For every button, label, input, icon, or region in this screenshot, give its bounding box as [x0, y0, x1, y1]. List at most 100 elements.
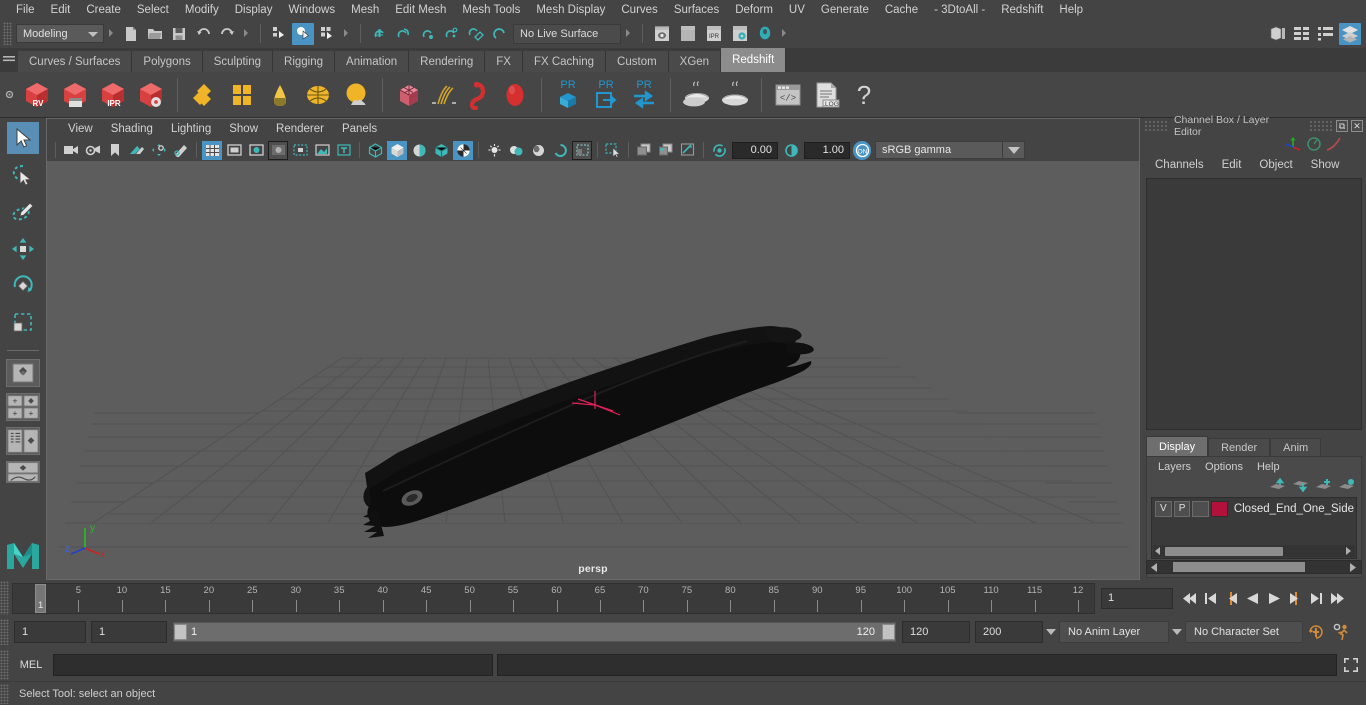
safe-action-icon[interactable]: [312, 141, 332, 160]
film-gate-icon[interactable]: [224, 141, 244, 160]
redshift-volume-icon[interactable]: [458, 75, 496, 115]
toggle-tool-settings-icon[interactable]: [1315, 23, 1337, 45]
channel-curve-icon[interactable]: [1324, 136, 1344, 152]
step-back-frame-button[interactable]: [1221, 587, 1242, 609]
redshift-render-settings-icon[interactable]: [132, 75, 170, 115]
current-frame-field[interactable]: 1: [1101, 587, 1173, 609]
layout-outliner-persp-icon[interactable]: [6, 427, 40, 455]
shelf-tab-fx[interactable]: FX: [485, 51, 523, 72]
shelf-options-icon[interactable]: [0, 72, 18, 118]
shelf-tab-rigging[interactable]: Rigging: [273, 51, 336, 72]
move-layer-up-icon[interactable]: [1269, 477, 1286, 493]
menu-item-help[interactable]: Help: [1051, 0, 1091, 20]
snap-to-point-icon[interactable]: [416, 23, 438, 45]
menu-item-3dtoall[interactable]: - 3DtoAll -: [926, 0, 993, 20]
channel-box-content[interactable]: [1146, 178, 1362, 430]
menu-item-cache[interactable]: Cache: [877, 0, 926, 20]
channel-box-menu-show[interactable]: Show: [1302, 159, 1349, 171]
menu-item-file[interactable]: File: [8, 0, 43, 20]
shelf-tab-animation[interactable]: Animation: [335, 51, 410, 72]
auto-keyframe-toggle-icon[interactable]: [1303, 621, 1329, 643]
statusline-grip[interactable]: [3, 22, 12, 45]
shelf-tab-custom[interactable]: Custom: [606, 51, 669, 72]
xray-joints-icon[interactable]: [656, 141, 676, 160]
menu-item-curves[interactable]: Curves: [613, 0, 665, 20]
texture-display-icon[interactable]: [453, 140, 473, 160]
shelf-menu-icon[interactable]: [0, 48, 18, 72]
time-slider[interactable]: 1 5 10 15 20 25 30 35 40 45 50 55 60 65 70 75 80 85 90 95 1…: [12, 582, 1095, 614]
layer-list-item[interactable]: V P Closed_End_One_Side: [1152, 498, 1356, 517]
shelf-tab-rendering[interactable]: Rendering: [409, 51, 486, 72]
shelf-tab-curves-surfaces[interactable]: Curves / Surfaces: [18, 51, 133, 72]
multisample-aa-icon[interactable]: [572, 140, 592, 160]
gamma-icon[interactable]: [781, 141, 801, 160]
channel-speed-icon[interactable]: [1304, 136, 1324, 152]
redshift-script-editor-icon[interactable]: </>: [769, 75, 807, 115]
redshift-ipr-icon[interactable]: IPR: [94, 75, 132, 115]
save-scene-icon[interactable]: [168, 23, 190, 45]
layer-menu-options[interactable]: Options: [1198, 461, 1250, 473]
redshift-log-icon[interactable]: .LOG: [807, 75, 845, 115]
time-cursor[interactable]: 1: [35, 583, 46, 613]
menu-item-create[interactable]: Create: [78, 0, 129, 20]
menu-item-display[interactable]: Display: [227, 0, 281, 20]
redshift-material-icon[interactable]: [185, 75, 223, 115]
shelf-tab-fx-caching[interactable]: FX Caching: [522, 51, 607, 72]
smooth-shade-all-icon[interactable]: [387, 140, 407, 160]
redshift-proxy-convert-icon[interactable]: PR: [625, 75, 663, 115]
select-by-component-type-icon[interactable]: [316, 23, 338, 45]
bookmark-icon[interactable]: [105, 141, 125, 160]
help-line-grip[interactable]: [0, 683, 9, 704]
camera-attributes-icon[interactable]: [83, 141, 103, 160]
layer-list-horizontal-scrollbar[interactable]: [1153, 545, 1355, 557]
redshift-help-icon[interactable]: ?: [845, 75, 883, 115]
panel-grip[interactable]: [1144, 120, 1168, 132]
snap-to-grid-icon[interactable]: [368, 23, 390, 45]
oned-snapshot-icon[interactable]: [171, 141, 191, 160]
show-manipulators-icon[interactable]: [1284, 136, 1304, 152]
lasso-select-tool-icon[interactable]: [7, 159, 39, 191]
layer-color-swatch[interactable]: [1211, 500, 1228, 517]
viewport-3d-canvas[interactable]: y x z persp: [47, 161, 1139, 579]
redshift-proxy-icon[interactable]: [390, 75, 428, 115]
statusline-collapse-3[interactable]: [342, 24, 351, 43]
playback-start-time-field[interactable]: 1: [91, 621, 167, 643]
gamma-value[interactable]: 1.00: [804, 141, 850, 159]
new-scene-icon[interactable]: [120, 23, 142, 45]
layer-name-label[interactable]: Closed_End_One_Side: [1234, 503, 1354, 515]
layout-single-pane-icon[interactable]: [6, 359, 40, 387]
redshift-hair-icon[interactable]: [428, 75, 458, 115]
play-backwards-button[interactable]: [1242, 587, 1263, 609]
step-back-keyframe-button[interactable]: [1200, 587, 1221, 609]
isolate-select-icon[interactable]: [603, 141, 623, 160]
layer-tab-anim[interactable]: Anim: [1270, 438, 1322, 456]
channel-box-menu-channels[interactable]: Channels: [1146, 159, 1213, 171]
resolution-gate-icon[interactable]: [246, 141, 266, 160]
toggle-attribute-editor-icon[interactable]: [1291, 23, 1313, 45]
layer-display-type-toggle[interactable]: [1192, 500, 1210, 517]
viewport-menu-lighting[interactable]: Lighting: [162, 119, 220, 139]
create-layer-from-selected-icon[interactable]: [1338, 478, 1355, 493]
xray-active-components-icon[interactable]: [678, 141, 698, 160]
grid-toggle-icon[interactable]: [202, 140, 222, 160]
layer-playback-toggle[interactable]: P: [1173, 500, 1191, 517]
menu-item-surfaces[interactable]: Surfaces: [666, 0, 727, 20]
redshift-bake-all-icon[interactable]: [716, 75, 754, 115]
layer-visibility-toggle[interactable]: V: [1155, 500, 1172, 517]
motion-blur-icon[interactable]: [550, 141, 570, 160]
playback-speed-dropdown-icon[interactable]: [1043, 621, 1059, 643]
gate-mask-icon[interactable]: [268, 140, 288, 160]
redshift-proxy-import-icon[interactable]: PR: [587, 75, 625, 115]
command-line-grip[interactable]: [0, 650, 9, 680]
command-response-field[interactable]: [497, 654, 1337, 676]
show-text-icon[interactable]: [334, 141, 354, 160]
shadows-icon[interactable]: [506, 141, 526, 160]
scale-tool-icon[interactable]: [7, 307, 39, 339]
hypershade-icon[interactable]: [754, 23, 776, 45]
panel-scroll-thumb[interactable]: [1173, 562, 1305, 572]
redshift-physical-sun-sky-icon[interactable]: [337, 75, 375, 115]
channel-box-menu-object[interactable]: Object: [1250, 159, 1301, 171]
redshift-texture-sampler-icon[interactable]: [223, 75, 261, 115]
toggle-modeling-toolkit-icon[interactable]: [1267, 23, 1289, 45]
rotate-tool-icon[interactable]: [7, 270, 39, 302]
